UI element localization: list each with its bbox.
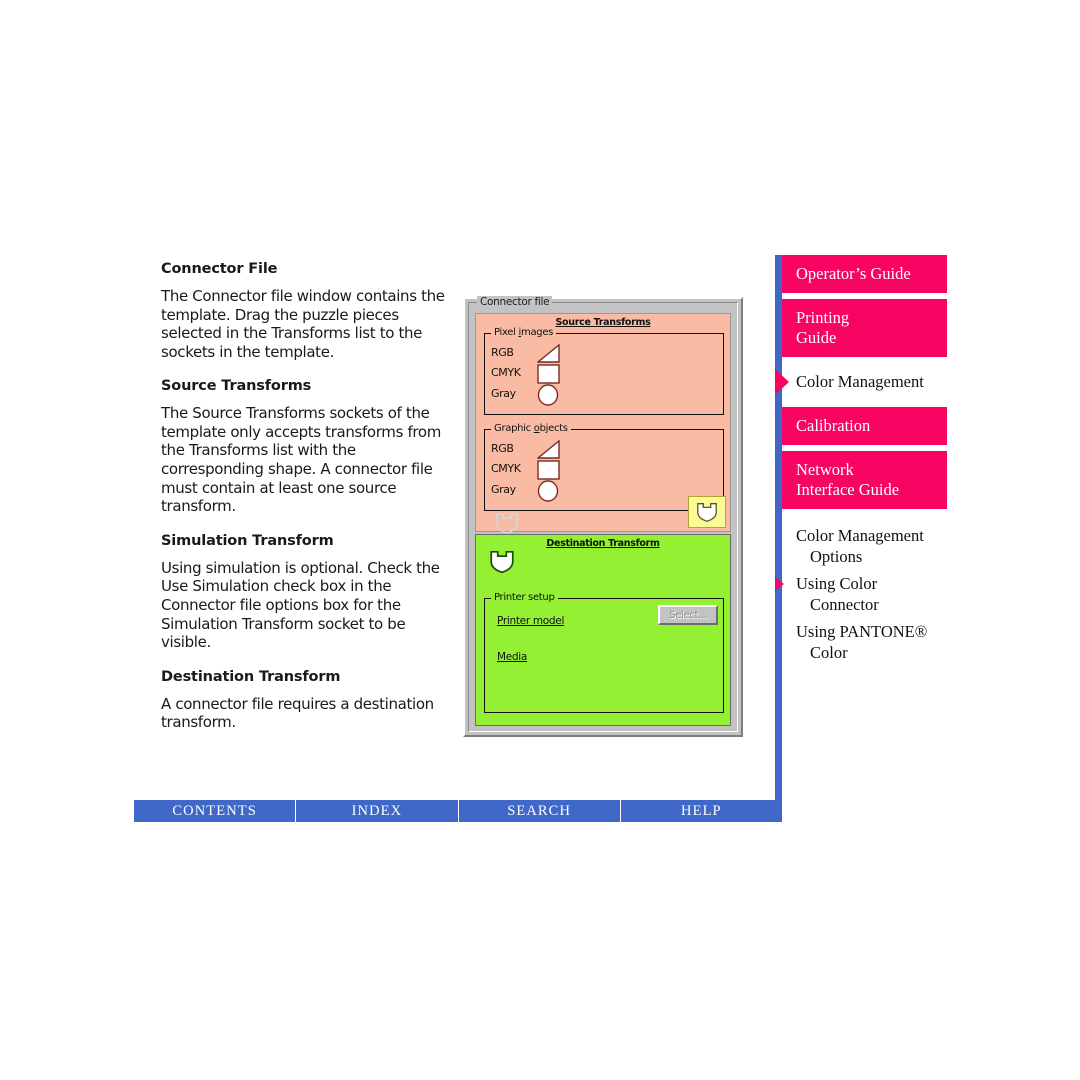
nav-tab-operators-guide[interactable]: Operator’s Guide	[782, 255, 947, 293]
sub-item-label-line2: Options	[810, 547, 863, 566]
pixel-images-group: Pixel images RGB CMYK Gray	[484, 327, 724, 415]
nav-tab-label-line1: Printing	[796, 308, 850, 327]
nav-tab-label: Calibration	[796, 416, 871, 435]
sub-item-using-color-connector[interactable]: Using Color Connector	[775, 573, 947, 615]
sub-item-label-line1: Using Color	[796, 574, 878, 593]
connector-file-window[interactable]: Connector file Source Transforms Pixel i…	[463, 296, 743, 737]
section-heading-simulation-transform: Simulation Transform	[161, 532, 334, 549]
bottom-link-search[interactable]: SEARCH	[459, 800, 621, 822]
square-socket-icon[interactable]	[537, 460, 561, 480]
socket-label-pixel-gray: Gray	[491, 387, 516, 400]
nav-tab-label-line2: Guide	[796, 328, 837, 347]
socket-label-graphic-gray: Gray	[491, 483, 516, 496]
section-heading-destination-transform: Destination Transform	[161, 668, 341, 685]
sub-item-color-management-options[interactable]: Color Management Options	[782, 525, 947, 567]
triangle-socket-icon[interactable]	[537, 440, 561, 459]
graphic-objects-legend: Graphic objects	[491, 423, 571, 434]
guide-navigation: Operator’s Guide Printing Guide Color Ma…	[775, 255, 947, 669]
square-socket-icon[interactable]	[537, 364, 561, 384]
socket-label-pixel-cmyk: CMYK	[491, 366, 521, 379]
article-text-column: Connector File The Connector file window…	[161, 261, 453, 732]
source-transforms-panel: Source Transforms Pixel images RGB CMYK …	[475, 313, 731, 534]
nav-tab-printing-guide[interactable]: Printing Guide	[782, 299, 947, 357]
connector-file-window-frame: Connector file Source Transforms Pixel i…	[468, 296, 738, 732]
destination-transform-title: Destination Transform	[546, 538, 660, 549]
nav-caret-icon	[775, 369, 789, 395]
puzzle-piece-white-icon[interactable]	[488, 549, 516, 574]
circle-socket-icon[interactable]	[537, 384, 561, 406]
nav-tab-label: Operator’s Guide	[796, 264, 911, 283]
socket-label-graphic-cmyk: CMYK	[491, 462, 521, 475]
sub-item-label-line1: Using PANTONE®	[796, 622, 928, 641]
sub-item-label-line2: Color	[810, 643, 848, 662]
section-heading-source-transforms: Source Transforms	[161, 378, 312, 395]
sub-item-label-line2: Connector	[810, 595, 879, 614]
connector-file-window-title: Connector file	[477, 296, 553, 308]
puzzle-piece-yellow-icon[interactable]	[688, 496, 726, 528]
nav-tab-label-line1: Network	[796, 460, 854, 479]
socket-label-pixel-rgb: RGB	[491, 346, 514, 359]
media-label: Media	[497, 651, 528, 663]
nav-tab-network-interface-guide[interactable]: Network Interface Guide	[782, 451, 947, 509]
section-paragraph-connector-file: The Connector file window contains the t…	[161, 286, 445, 361]
pixel-images-legend: Pixel images	[491, 327, 557, 338]
nav-tab-label: Color Management	[796, 372, 924, 391]
nav-vertical-rule	[775, 255, 782, 821]
sub-item-using-pantone-color[interactable]: Using PANTONE® Color	[782, 621, 947, 663]
bottom-link-contents[interactable]: CONTENTS	[134, 800, 297, 822]
printer-model-label: Printer model	[497, 615, 565, 627]
section-paragraph-destination-transform: A connector file requires a destination …	[161, 694, 434, 732]
circle-socket-icon[interactable]	[537, 480, 561, 502]
page-canvas: Connector File The Connector file window…	[0, 0, 1080, 1080]
bottom-link-index[interactable]: INDEX	[296, 800, 459, 822]
printer-setup-group: Printer setup Printer model Media Select…	[484, 592, 724, 713]
triangle-socket-icon[interactable]	[537, 344, 561, 363]
puzzle-piece-glyph-icon	[697, 503, 717, 522]
bottom-navigation-bar: CONTENTS INDEX SEARCH HELP	[134, 800, 782, 822]
select-button[interactable]: Select...	[658, 605, 718, 625]
puzzle-piece-ghost-icon	[496, 513, 518, 534]
bottom-link-help[interactable]: HELP	[621, 800, 782, 822]
socket-label-graphic-rgb: RGB	[491, 442, 514, 455]
nav-tab-calibration[interactable]: Calibration	[782, 407, 947, 445]
nav-caret-icon	[775, 577, 784, 591]
printer-setup-legend: Printer setup	[491, 592, 558, 603]
destination-transform-panel: Destination Transform Printer setup Prin…	[475, 534, 731, 726]
sub-item-label-line1: Color Management	[796, 526, 924, 545]
nav-tab-color-management[interactable]: Color Management	[775, 363, 947, 401]
guide-subsection-list: Color Management Options Using Color Con…	[775, 525, 947, 663]
nav-tab-label-line2: Interface Guide	[796, 480, 900, 499]
section-paragraph-simulation-transform: Using simulation is optional. Check the …	[161, 558, 440, 652]
section-heading-connector-file: Connector File	[161, 261, 278, 277]
section-paragraph-source-transforms: The Source Transforms sockets of the tem…	[161, 404, 441, 516]
